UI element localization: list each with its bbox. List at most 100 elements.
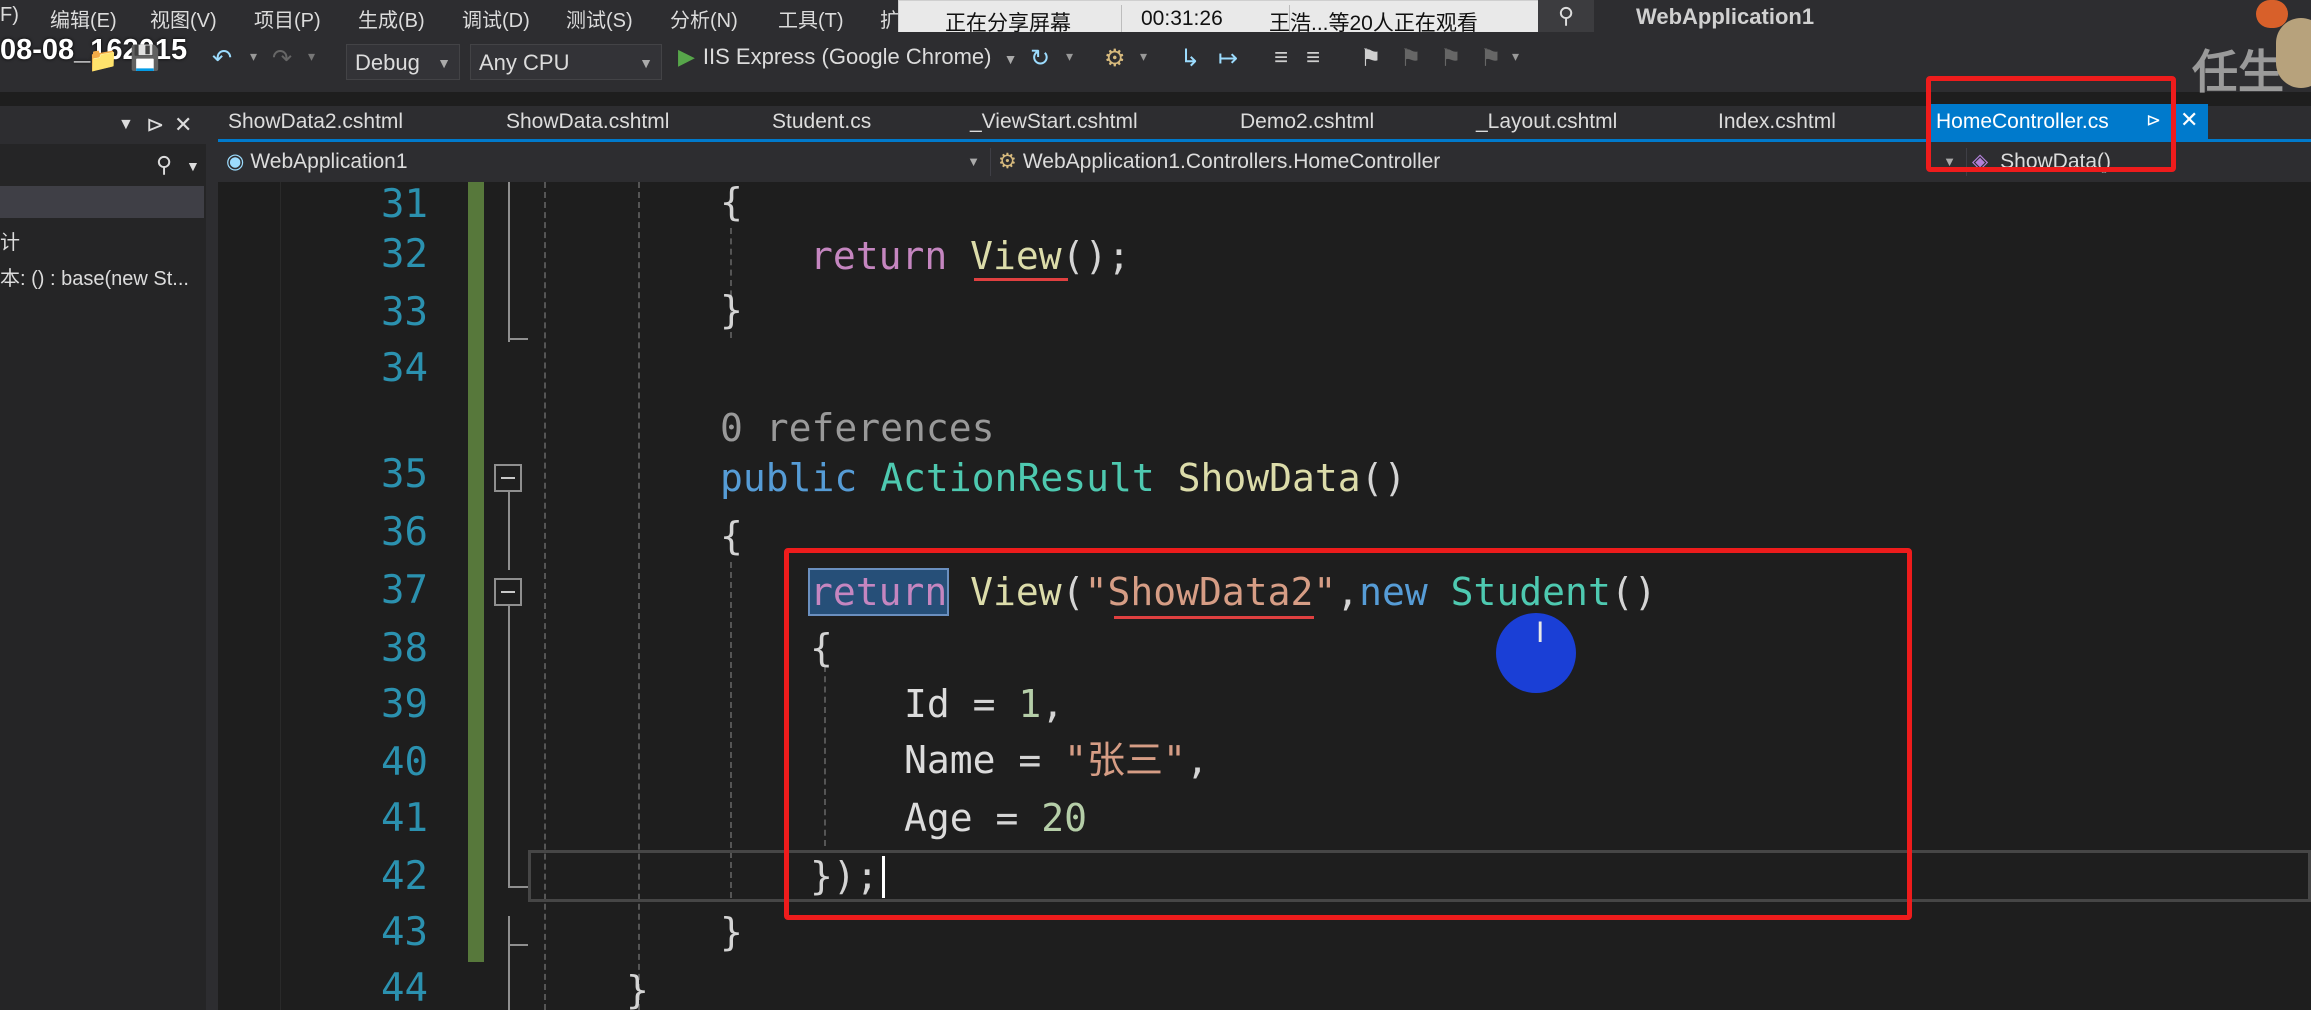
save-icon[interactable]: 💾 [130,44,160,73]
chevron-down-icon[interactable]: ▾ [250,48,257,65]
tab-showdata2-cshtml[interactable]: ShowData2.cshtml [228,110,403,134]
panel-splitter[interactable] [206,106,218,1010]
tab-student-cs[interactable]: Student.cs [772,110,871,134]
code-line-31[interactable]: { [720,182,743,224]
chevron-down-icon[interactable]: ▾ [1066,48,1073,65]
code-line-33[interactable]: } [720,288,743,332]
line-number: 35 [381,452,428,497]
configuration-value: Debug [355,50,420,75]
selected-tree-item[interactable] [0,186,204,218]
code-token: ActionResult [880,456,1155,500]
code-token: View [970,234,1062,278]
panel-menu-chevron-icon[interactable]: ▼ [118,116,134,134]
code-line-35[interactable]: public ActionResult ShowData() [720,456,1406,500]
platform-dropdown[interactable]: Any CPU ▼ [470,44,662,80]
step-over-icon[interactable]: ↦ [1218,44,1238,73]
tab-layout-cshtml[interactable]: _Layout.cshtml [1476,110,1617,134]
configuration-dropdown[interactable]: Debug ▼ [346,44,460,80]
clear-bookmarks-icon[interactable]: ⚑ [1480,44,1502,73]
bookmark-icon[interactable]: ⚑ [1360,44,1382,73]
project-dropdown[interactable]: ◉ WebApplication1 ▼ [226,146,986,178]
code-token: return [810,234,948,278]
indent-guide [730,562,732,898]
outlining-line [508,916,510,1010]
collapse-toggle[interactable] [494,578,522,606]
search-icon[interactable]: ⚲ [1538,0,1594,32]
class-dropdown-value: WebApplication1.Controllers.HomeControll… [1022,150,1441,173]
code-token: ShowData [1177,456,1361,500]
play-icon: ▶ [678,44,695,69]
chevron-down-icon[interactable]: ▾ [308,48,315,65]
chevron-down-icon: ▼ [639,55,653,71]
menu-edit[interactable]: 编辑(E) [50,4,117,33]
code-line-32[interactable]: return View(); [810,234,1130,278]
presenter-avatar [2276,18,2311,88]
chevron-down-icon[interactable]: ▾ [1140,48,1147,65]
outlining-line [508,492,510,570]
browser-link-icon[interactable]: ⚙ [1104,44,1126,73]
annotation-box-active-tab [1926,76,2176,172]
tree-item[interactable]: 计 [0,226,20,255]
menu-file[interactable]: F) [0,4,19,27]
code-line-44[interactable]: } [626,968,649,1010]
glyph-margin[interactable] [218,182,281,1010]
menu-view[interactable]: 视图(V) [150,4,217,33]
panel-header: ▼ ⊳ ✕ [0,106,206,144]
pin-icon[interactable]: ⊳ [146,112,164,138]
chevron-down-icon: ▼ [967,154,980,169]
code-line-43[interactable]: } [720,910,743,954]
share-timer: 00:31:26 [1141,7,1223,30]
menu-tools[interactable]: 工具(T) [778,4,844,33]
undo-icon[interactable]: ↶ [212,44,232,73]
menu-analyze[interactable]: 分析(N) [670,4,738,33]
chevron-down-icon[interactable]: ▾ [1512,48,1519,65]
previous-bookmark-icon[interactable]: ⚑ [1400,44,1422,73]
annotation-box-code [784,548,1912,920]
outlining-line [508,182,510,342]
code-line-36[interactable]: { [720,514,743,558]
chevron-down-icon: ▼ [437,55,451,71]
comment-out-icon[interactable]: ≡ [1274,44,1288,72]
close-icon[interactable]: ✕ [2180,107,2198,133]
next-bookmark-icon[interactable]: ⚑ [1440,44,1462,73]
line-number: 40 [381,740,428,785]
outlining-line [508,886,528,888]
channel-watermark: 任生 [2192,46,2284,98]
redo-icon[interactable]: ↷ [272,44,292,73]
collapse-toggle[interactable] [494,464,522,492]
code-token: (); [1061,234,1131,278]
panel-search-bar[interactable]: ⚲ ▼ [0,148,206,184]
line-number: 34 [381,346,428,391]
nav-divider [990,148,991,176]
search-icon[interactable]: ⚲ [156,152,172,178]
close-icon[interactable]: ✕ [174,112,192,138]
run-button[interactable]: ▶ IIS Express (Google Chrome) ▼ [678,44,1017,70]
tab-demo2-cshtml[interactable]: Demo2.cshtml [1240,110,1374,134]
folder-icon[interactable]: 📁 [88,46,118,75]
run-target-label: IIS Express (Google Chrome) [702,44,992,69]
tab-showdata-cshtml[interactable]: ShowData.cshtml [506,110,669,134]
line-number: 42 [381,854,428,899]
menu-project[interactable]: 项目(P) [254,4,321,33]
line-number: 38 [381,626,428,671]
line-number: 37 [381,568,428,613]
chevron-down-icon[interactable]: ▼ [186,158,200,174]
refresh-icon[interactable]: ↻ [1030,44,1050,73]
line-number: 43 [381,910,428,955]
codelens-references[interactable]: 0 references [720,406,995,450]
menu-test[interactable]: 测试(S) [566,4,633,33]
tab-index-cshtml[interactable]: Index.cshtml [1718,110,1836,134]
menu-debug[interactable]: 调试(D) [462,4,530,33]
step-into-icon[interactable]: ↳ [1180,44,1200,73]
platform-value: Any CPU [479,50,570,75]
class-dropdown[interactable]: ⚙ WebApplication1.Controllers.HomeControl… [998,146,1962,178]
code-token: () [1360,456,1407,500]
menu-build[interactable]: 生成(B) [358,4,425,33]
uncomment-icon[interactable]: ≡ [1306,44,1320,72]
line-number: 44 [381,966,428,1010]
menu-extensions[interactable]: 扩 [880,4,900,33]
tab-viewstart-cshtml[interactable]: _ViewStart.cshtml [970,110,1138,134]
outlining-line [508,944,528,946]
tree-item[interactable]: 本: () : base(new St... [0,262,189,291]
project-dropdown-value: WebApplication1 [250,150,408,173]
